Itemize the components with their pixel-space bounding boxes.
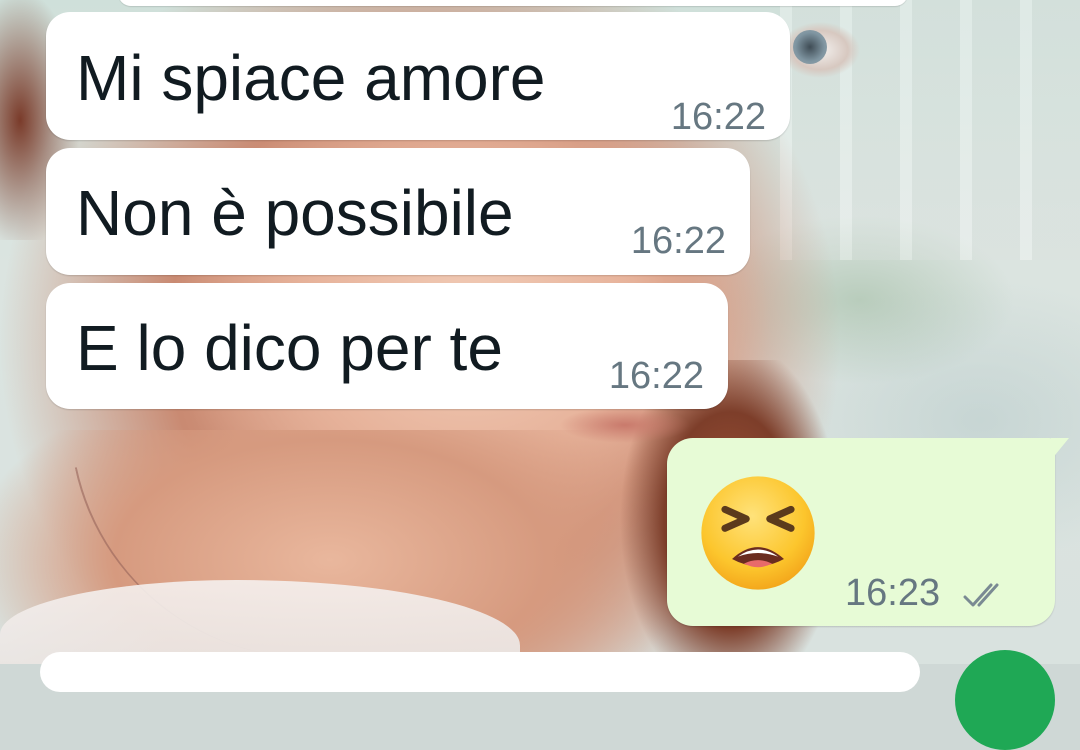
previous-message-bubble[interactable] xyxy=(118,0,908,6)
incoming-message[interactable]: Mi spiace amore 16:22 xyxy=(46,12,790,140)
outgoing-message[interactable]: 16:23 xyxy=(667,438,1069,626)
send-button[interactable] xyxy=(955,650,1055,750)
tired-face-emoji-icon xyxy=(701,476,815,590)
message-text: Non è possibile xyxy=(76,177,514,249)
message-time: 16:22 xyxy=(630,220,726,262)
message-input-bar[interactable] xyxy=(40,652,920,692)
read-double-check-icon xyxy=(963,583,999,607)
message-text: E lo dico per te xyxy=(76,312,503,384)
message-time: 16:23 xyxy=(845,572,941,614)
wallpaper-lips xyxy=(560,405,690,445)
message-time: 16:22 xyxy=(670,96,766,138)
incoming-message[interactable]: Non è possibile 16:22 xyxy=(46,148,750,275)
incoming-message[interactable]: E lo dico per te 16:22 xyxy=(46,283,728,409)
message-text: Mi spiace amore xyxy=(76,42,546,114)
message-time: 16:22 xyxy=(608,355,704,397)
